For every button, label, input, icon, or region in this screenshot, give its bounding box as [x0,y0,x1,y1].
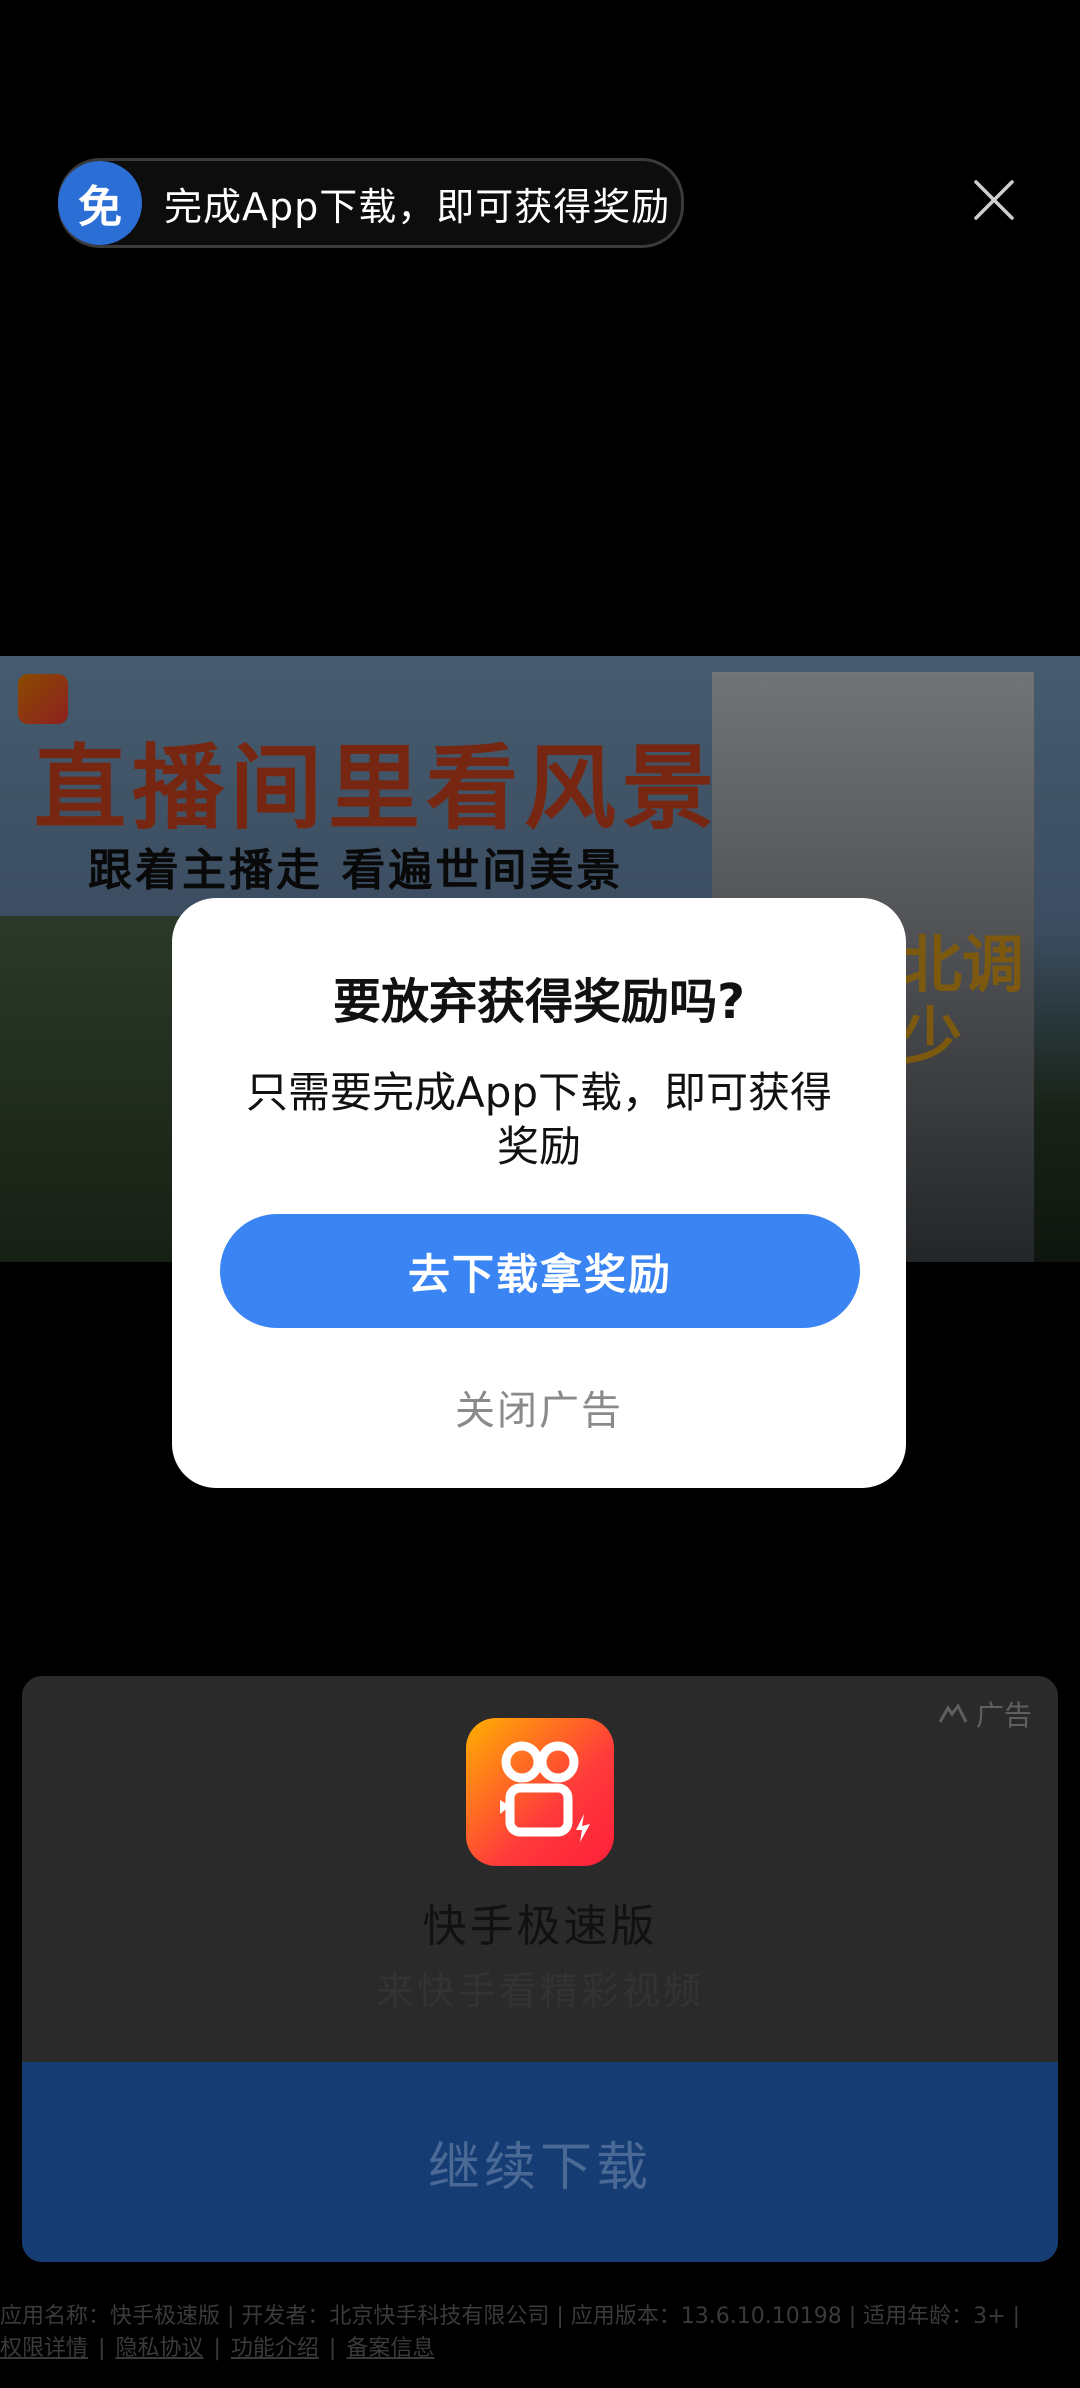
app-name: 快手极速版 [422,1901,658,1952]
feature-intro-link[interactable]: 功能介绍 [231,2336,319,2361]
continue-download-button[interactable]: 继续下载 [22,2062,1058,2262]
app-icon [466,1718,614,1866]
reward-tip-pill: 免 完成App下载，即可获得奖励 [58,158,684,248]
ad-label-text: 广告 [975,1699,1032,1732]
free-badge: 免 [58,161,142,245]
dialog-title: 要放弃获得奖励吗? [333,974,745,1030]
privacy-policy-link[interactable]: 隐私协议 [115,2336,203,2361]
permission-details-link[interactable]: 权限详情 [0,2336,88,2361]
close-ad-button[interactable]: 关闭广告 [172,1378,906,1436]
close-icon[interactable] [972,178,1016,222]
camera-icon [500,1741,590,1842]
ad-label: 广告 [938,1694,1032,1734]
app-description: 来快手看精彩视频 [375,1969,704,2013]
dialog-message: 只需要完成App下载，即可获得奖励 [245,1068,833,1171]
app-ad-card[interactable]: 广告 快手极速版 来快手看精彩视频 继续下载 [22,1676,1058,2262]
ad-logo-icon [938,1704,968,1723]
app-info-line: 应用名称：快手极速版 | 开发者：北京快手科技有限公司 | 应用版本：13.6.… [0,2304,1020,2329]
reward-tip-text: 完成App下载，即可获得奖励 [164,184,671,229]
app-info-links: 权限详情 | 隐私协议 | 功能介绍 | 备案信息 [0,2336,435,2361]
abandon-reward-dialog: 要放弃获得奖励吗? 只需要完成App下载，即可获得奖励 去下载拿奖励 关闭广告 [172,898,906,1488]
go-download-button[interactable]: 去下载拿奖励 [220,1214,860,1328]
filing-info-link[interactable]: 备案信息 [346,2336,434,2361]
